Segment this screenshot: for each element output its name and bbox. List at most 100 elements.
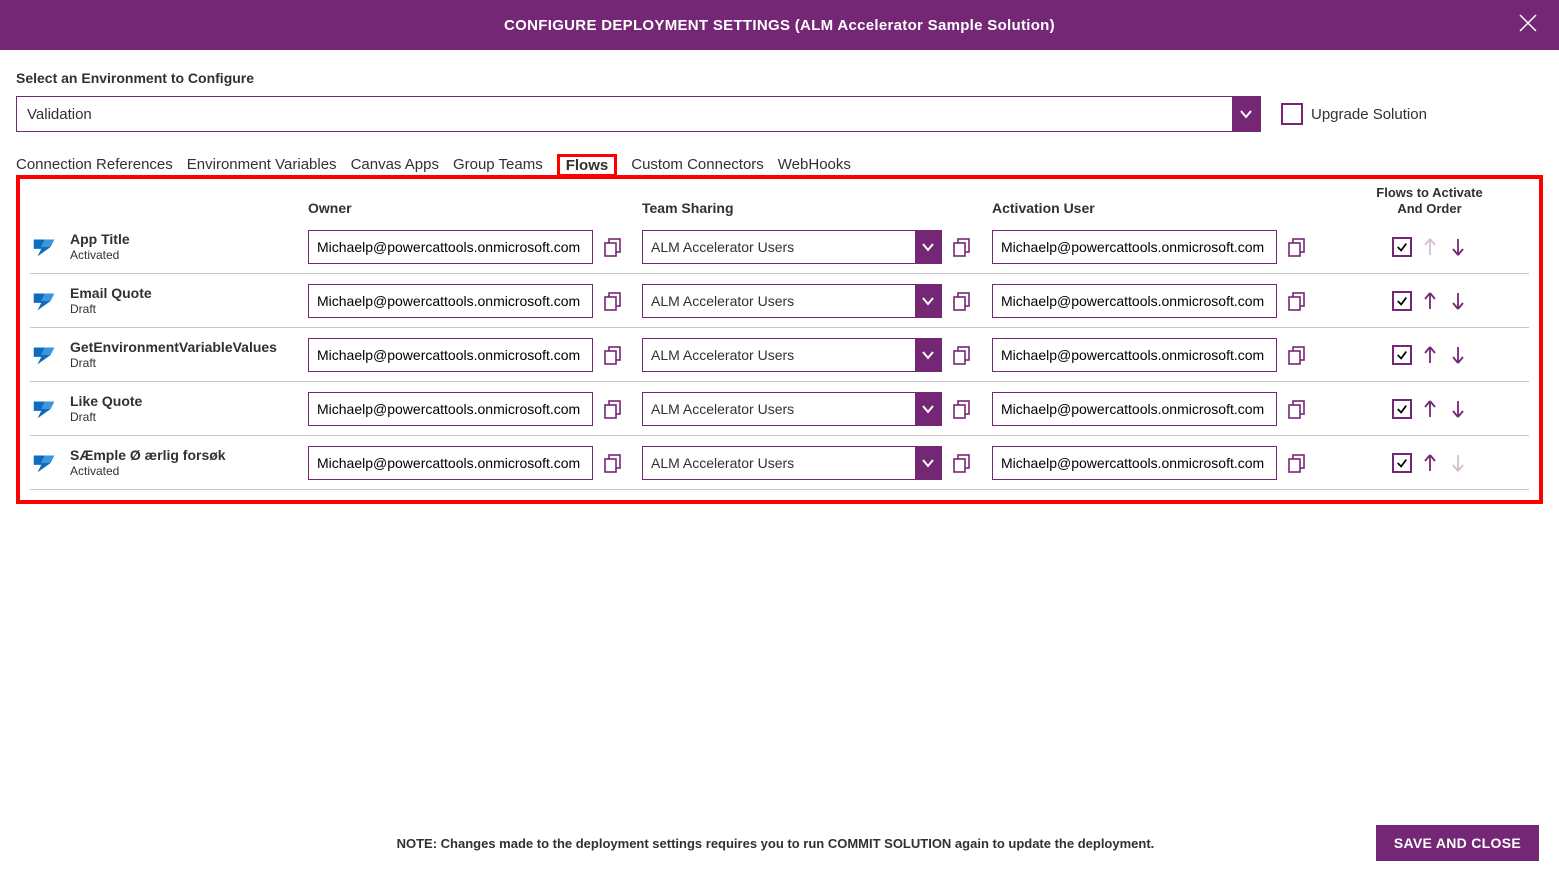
move-up-icon: [1420, 237, 1440, 257]
activation-user-input[interactable]: [992, 446, 1277, 480]
copy-team-icon[interactable]: [950, 235, 974, 259]
flow-name: Like Quote: [70, 393, 142, 410]
copy-owner-icon[interactable]: [601, 289, 625, 313]
tab-connection-references[interactable]: Connection References: [16, 154, 173, 177]
copy-activation-icon[interactable]: [1285, 451, 1309, 475]
chevron-down-icon: [915, 231, 941, 263]
close-icon[interactable]: [1517, 12, 1539, 37]
team-sharing-dropdown[interactable]: ALM Accelerator Users: [642, 446, 942, 480]
flow-status: Draft: [70, 356, 277, 370]
move-up-icon[interactable]: [1420, 399, 1440, 419]
move-down-icon: [1448, 453, 1468, 473]
commit-note: NOTE: Changes made to the deployment set…: [175, 836, 1376, 851]
flow-icon: [30, 397, 60, 421]
move-down-icon[interactable]: [1448, 399, 1468, 419]
save-and-close-button[interactable]: SAVE AND CLOSE: [1376, 825, 1539, 861]
chevron-down-icon: [1232, 97, 1260, 131]
activate-checkbox[interactable]: [1392, 345, 1412, 365]
flow-status: Draft: [70, 410, 142, 424]
tab-flows[interactable]: Flows: [557, 154, 618, 177]
flow-row: Like Quote Draft ALM Accelerator Users: [30, 382, 1529, 436]
move-down-icon[interactable]: [1448, 291, 1468, 311]
activation-user-input[interactable]: [992, 338, 1277, 372]
copy-owner-icon[interactable]: [601, 397, 625, 421]
flow-name: GetEnvironmentVariableValues: [70, 339, 277, 356]
environment-value: Validation: [17, 97, 1232, 131]
chevron-down-icon: [915, 285, 941, 317]
copy-team-icon[interactable]: [950, 451, 974, 475]
move-down-icon[interactable]: [1448, 237, 1468, 257]
flow-row: SÆmple Ø ærlig forsøk Activated ALM Acce…: [30, 436, 1529, 490]
activation-user-input[interactable]: [992, 230, 1277, 264]
owner-input[interactable]: [308, 392, 593, 426]
copy-team-icon[interactable]: [950, 343, 974, 367]
activate-checkbox[interactable]: [1392, 399, 1412, 419]
flow-icon: [30, 289, 60, 313]
col-activation-user: Activation User: [992, 200, 1330, 216]
owner-input[interactable]: [308, 446, 593, 480]
flow-icon: [30, 235, 60, 259]
copy-owner-icon[interactable]: [601, 451, 625, 475]
activation-user-input[interactable]: [992, 392, 1277, 426]
activate-checkbox[interactable]: [1392, 291, 1412, 311]
upgrade-solution-checkbox[interactable]: Upgrade Solution: [1281, 103, 1427, 125]
team-sharing-value: ALM Accelerator Users: [643, 393, 915, 425]
team-sharing-dropdown[interactable]: ALM Accelerator Users: [642, 230, 942, 264]
tab-canvas-apps[interactable]: Canvas Apps: [351, 154, 439, 177]
activate-checkbox[interactable]: [1392, 237, 1412, 257]
flow-name: Email Quote: [70, 285, 152, 302]
move-up-icon[interactable]: [1420, 291, 1440, 311]
move-down-icon[interactable]: [1448, 345, 1468, 365]
flow-row: App Title Activated ALM Accelerator User…: [30, 220, 1529, 274]
flow-name: App Title: [70, 231, 130, 248]
copy-activation-icon[interactable]: [1285, 235, 1309, 259]
copy-owner-icon[interactable]: [601, 235, 625, 259]
env-label: Select an Environment to Configure: [16, 70, 1543, 86]
flow-status: Draft: [70, 302, 152, 316]
activate-checkbox[interactable]: [1392, 453, 1412, 473]
dialog-title: CONFIGURE DEPLOYMENT SETTINGS (ALM Accel…: [504, 17, 1055, 34]
activation-user-input[interactable]: [992, 284, 1277, 318]
copy-team-icon[interactable]: [950, 397, 974, 421]
team-sharing-dropdown[interactable]: ALM Accelerator Users: [642, 338, 942, 372]
tab-list: Connection References Environment Variabl…: [16, 154, 1543, 177]
copy-activation-icon[interactable]: [1285, 343, 1309, 367]
tab-environment-variables[interactable]: Environment Variables: [187, 154, 337, 177]
flow-row: Email Quote Draft ALM Accelerator Users: [30, 274, 1529, 328]
flows-panel: Owner Team Sharing Activation User Flows…: [16, 175, 1543, 504]
footer: NOTE: Changes made to the deployment set…: [0, 815, 1559, 871]
flow-status: Activated: [70, 248, 130, 262]
owner-input[interactable]: [308, 338, 593, 372]
tab-webhooks[interactable]: WebHooks: [778, 154, 851, 177]
flow-icon: [30, 451, 60, 475]
team-sharing-dropdown[interactable]: ALM Accelerator Users: [642, 392, 942, 426]
copy-team-icon[interactable]: [950, 289, 974, 313]
chevron-down-icon: [915, 447, 941, 479]
tab-custom-connectors[interactable]: Custom Connectors: [631, 154, 764, 177]
team-sharing-value: ALM Accelerator Users: [643, 447, 915, 479]
col-owner: Owner: [308, 200, 642, 216]
copy-activation-icon[interactable]: [1285, 397, 1309, 421]
flow-name: SÆmple Ø ærlig forsøk: [70, 447, 226, 464]
environment-dropdown[interactable]: Validation: [16, 96, 1261, 132]
owner-input[interactable]: [308, 284, 593, 318]
col-order: Flows to ActivateAnd Order: [1330, 185, 1529, 216]
checkbox-icon: [1281, 103, 1303, 125]
team-sharing-value: ALM Accelerator Users: [643, 285, 915, 317]
flow-status: Activated: [70, 464, 226, 478]
dialog-header: CONFIGURE DEPLOYMENT SETTINGS (ALM Accel…: [0, 0, 1559, 50]
move-up-icon[interactable]: [1420, 345, 1440, 365]
move-up-icon[interactable]: [1420, 453, 1440, 473]
team-sharing-value: ALM Accelerator Users: [643, 231, 915, 263]
copy-owner-icon[interactable]: [601, 343, 625, 367]
tab-group-teams[interactable]: Group Teams: [453, 154, 543, 177]
col-team-sharing: Team Sharing: [642, 200, 992, 216]
flow-icon: [30, 343, 60, 367]
flow-row: GetEnvironmentVariableValues Draft ALM A…: [30, 328, 1529, 382]
upgrade-label: Upgrade Solution: [1311, 106, 1427, 123]
copy-activation-icon[interactable]: [1285, 289, 1309, 313]
team-sharing-value: ALM Accelerator Users: [643, 339, 915, 371]
owner-input[interactable]: [308, 230, 593, 264]
chevron-down-icon: [915, 339, 941, 371]
team-sharing-dropdown[interactable]: ALM Accelerator Users: [642, 284, 942, 318]
